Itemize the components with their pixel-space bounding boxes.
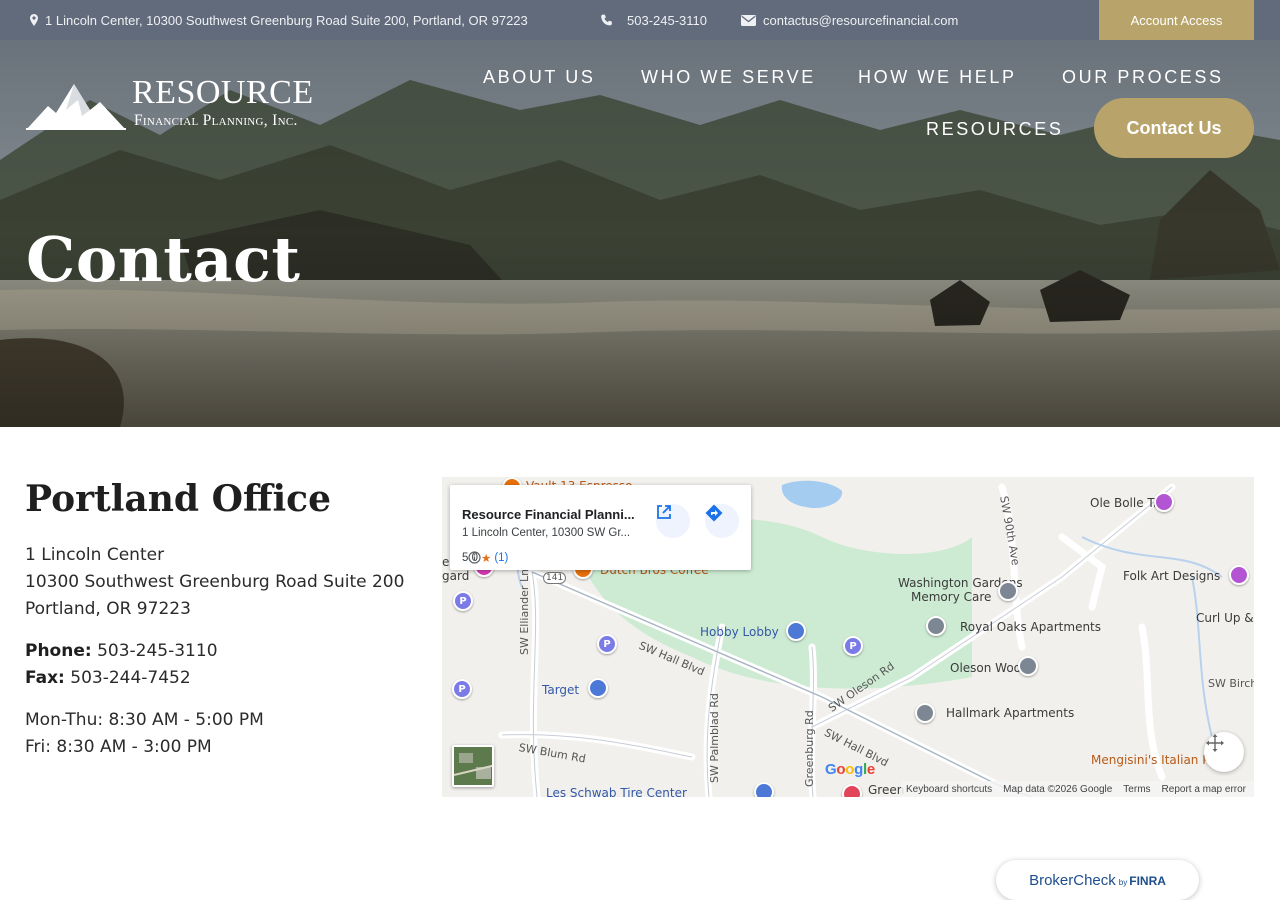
phone-line: Phone: 503-245-3110 (25, 641, 218, 661)
terms-link[interactable]: Terms (1123, 784, 1150, 795)
parking-pin[interactable]: P (452, 679, 472, 699)
address-line-2: 10300 Southwest Greenburg Road Suite 200 (25, 572, 405, 592)
map-place-curl-up[interactable]: Curl Up & (1196, 611, 1254, 625)
google-logo-letter: o (845, 761, 855, 778)
hero-banner: RESOURCE Financial Planning, Inc. ABOUT … (0, 40, 1280, 427)
address-text: 1 Lincoln Center, 10300 Southwest Greenb… (45, 12, 528, 28)
street-elliander: SW Elliander Ln (518, 568, 531, 655)
map-card-address: 1 Lincoln Center, 10300 SW Gr... (462, 527, 631, 539)
brokercheck-brand: BrokerCheck (1029, 871, 1116, 889)
office-title: Portland Office (25, 478, 331, 520)
envelope-icon (741, 14, 756, 26)
hours-line-1: Mon-Thu: 8:30 AM - 5:00 PM (25, 710, 264, 730)
fax-label: Fax: (25, 668, 65, 688)
shopping-bag-pin[interactable] (786, 621, 806, 641)
map-place-gard: gard (442, 569, 470, 583)
google-logo-letter: e (866, 761, 875, 778)
directions-icon (705, 504, 723, 522)
fax-number: 503-244-7452 (70, 668, 191, 688)
shopping-bag-pin[interactable] (754, 782, 774, 797)
google-logo-letter: o (836, 761, 846, 778)
google-map[interactable]: Vault 13 Espresso Dutch Bros Coffee es g… (442, 477, 1254, 797)
review-count[interactable]: (1) (494, 552, 508, 564)
keyboard-shortcuts-link[interactable]: Keyboard shortcuts (906, 784, 992, 795)
map-place-target[interactable]: Target (542, 683, 579, 697)
route-shield: 141 (543, 572, 567, 584)
phone-text: 503-245-3110 (627, 12, 707, 28)
building-pin[interactable] (926, 616, 946, 636)
phone-number[interactable]: 503-245-3110 (97, 641, 217, 661)
contact-us-button[interactable]: Contact Us (1094, 98, 1254, 158)
building-pin[interactable] (998, 581, 1018, 601)
account-access-button[interactable]: Account Access (1099, 0, 1254, 40)
report-error-link[interactable]: Report a map error (1162, 784, 1246, 795)
phone-label: Phone: (25, 641, 92, 661)
parking-pin[interactable]: P (843, 636, 863, 656)
directions-button[interactable] (705, 504, 739, 538)
map-place-folk-art[interactable]: Folk Art Designs (1123, 569, 1220, 583)
location-pin[interactable] (842, 784, 862, 797)
map-fullscreen-button[interactable] (1204, 732, 1244, 772)
map-satellite-toggle[interactable] (452, 745, 494, 787)
logo-wordmark: RESOURCE (132, 74, 314, 111)
map-marker-icon (30, 14, 38, 26)
address-line-3: Portland, OR 97223 (25, 599, 191, 619)
page-title: Contact (26, 223, 301, 296)
brokercheck-badge[interactable]: BrokerCheck by FINRA (996, 860, 1199, 900)
fullscreen-icon (1206, 734, 1224, 752)
nav-item-who-we-serve[interactable]: WHO WE SERVE (641, 67, 816, 88)
external-link-icon (657, 505, 671, 519)
info-icon[interactable] (468, 551, 481, 564)
map-info-card[interactable]: Resource Financial Planni... 1 Lincoln C… (450, 485, 751, 570)
street-greenburg: Greenburg Rd (803, 710, 816, 787)
phone-icon (601, 14, 612, 25)
building-pin[interactable] (915, 703, 935, 723)
nav-item-our-process[interactable]: OUR PROCESS (1062, 67, 1224, 88)
logo-subtitle: Financial Planning, Inc. (134, 112, 298, 129)
map-place-green: Green (868, 783, 905, 797)
map-place-washington-2[interactable]: Memory Care (911, 590, 991, 604)
address-line-1: 1 Lincoln Center (25, 545, 165, 565)
google-logo-letter: g (854, 761, 863, 778)
nav-item-about-us[interactable]: ABOUT US (483, 67, 596, 88)
brokercheck-by: by (1118, 877, 1128, 887)
google-logo: Google (825, 761, 875, 778)
phone-info[interactable]: 503-245-3110 (600, 0, 707, 40)
palette-pin[interactable] (1229, 565, 1249, 585)
map-place-hobby-lobby[interactable]: Hobby Lobby (700, 625, 779, 639)
map-card-name[interactable]: Resource Financial Planni... (462, 507, 635, 522)
satellite-thumbnail-icon (454, 747, 492, 785)
map-data-text: Map data ©2026 Google (1003, 783, 1113, 795)
shopping-bag-pin[interactable] (588, 678, 608, 698)
building-pin[interactable] (1018, 656, 1038, 676)
star-icon: ★ (481, 553, 492, 565)
map-footer-bar: Keyboard shortcuts Map data ©2026 Google… (901, 781, 1254, 797)
street-palmblad: SW Palmblad Rd (708, 693, 721, 783)
brokercheck-finra: FINRA (1129, 874, 1166, 888)
map-place-hallmark[interactable]: Hallmark Apartments (946, 706, 1074, 720)
camera-pin[interactable] (1154, 492, 1174, 512)
map-card-rating: 5.0 ★ (1) (462, 551, 508, 565)
email-info[interactable]: contactus@resourcefinancial.com (741, 0, 958, 40)
map-place-les-schwab[interactable]: Les Schwab Tire Center (546, 786, 687, 797)
google-logo-letter: G (825, 761, 837, 778)
open-in-maps-button[interactable] (656, 504, 690, 538)
street-birch: SW Birch (1208, 677, 1254, 690)
hours-line-2: Fri: 8:30 AM - 3:00 PM (25, 737, 212, 757)
parking-pin[interactable]: P (597, 634, 617, 654)
fax-line: Fax: 503-244-7452 (25, 668, 191, 688)
mountain-logo-icon (26, 84, 126, 130)
email-text: contactus@resourcefinancial.com (763, 12, 959, 28)
nav-item-how-we-help[interactable]: HOW WE HELP (858, 67, 1017, 88)
parking-pin[interactable]: P (453, 591, 473, 611)
map-place-royal-oaks[interactable]: Royal Oaks Apartments (960, 620, 1101, 634)
address-info: 1 Lincoln Center, 10300 Southwest Greenb… (30, 0, 528, 40)
company-logo[interactable]: RESOURCE Financial Planning, Inc. (26, 74, 322, 132)
nav-item-resources[interactable]: RESOURCES (926, 119, 1063, 140)
top-info-bar: 1 Lincoln Center, 10300 Southwest Greenb… (0, 0, 1280, 40)
